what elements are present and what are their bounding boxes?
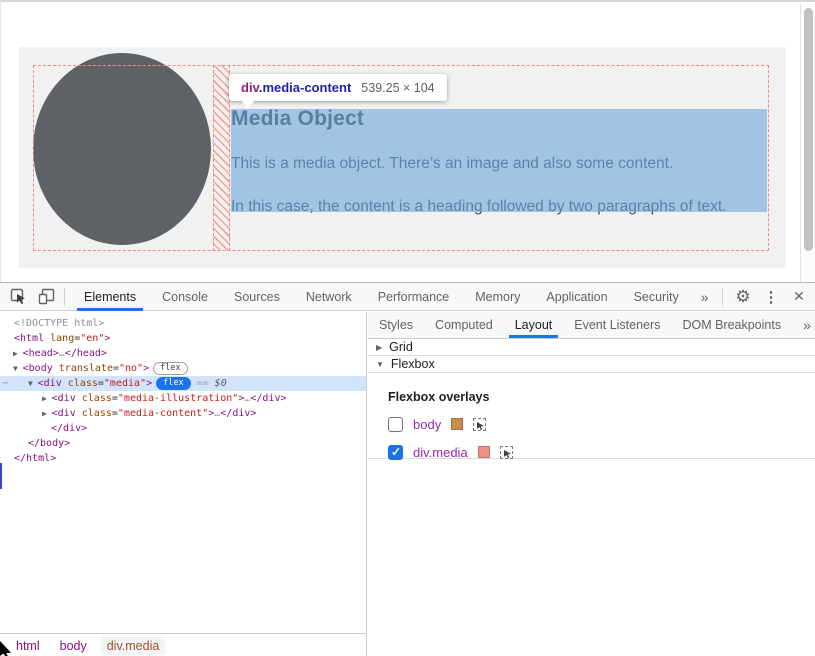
tab-sources[interactable]: Sources <box>221 283 293 311</box>
overlay-row-body: body <box>388 416 815 432</box>
overlay-color-swatch[interactable] <box>451 418 463 430</box>
tree-row-div-media-selected[interactable]: ⋯ ▼ <div class="media">flex == $0 <box>0 376 366 391</box>
tree-row-close-html[interactable]: </html> <box>0 451 366 466</box>
tab-memory[interactable]: Memory <box>462 283 533 311</box>
tab-performance[interactable]: Performance <box>365 283 463 311</box>
toolbar-divider <box>722 288 723 306</box>
page-scrollbar[interactable] <box>800 4 815 282</box>
flexbox-section-label: Flexbox <box>391 357 435 371</box>
devtools-toolbar: Elements Console Sources Network Perform… <box>0 283 815 311</box>
tab-security[interactable]: Security <box>621 283 692 311</box>
dom-tree: <!DOCTYPE html> <html lang="en"> ▶ <head… <box>0 312 366 611</box>
devtools-body: <!DOCTYPE html> <html lang="en"> ▶ <head… <box>0 312 815 656</box>
devtools-panel: Elements Console Sources Network Perform… <box>0 282 815 656</box>
toolbar-divider <box>64 288 65 306</box>
tree-row-doctype[interactable]: <!DOCTYPE html> <box>0 316 366 331</box>
tree-row-head[interactable]: ▶ <head>…</head> <box>0 346 366 361</box>
overlay-color-swatch[interactable] <box>478 446 490 458</box>
inspect-tooltip: div.media-content 539.25 × 104 <box>229 74 447 101</box>
tree-row-div-media-illustration[interactable]: ▶ <div class="media-illustration">…</div… <box>0 391 366 406</box>
tree-row-div-media-content[interactable]: ▶ <div class="media-content">…</div> <box>0 406 366 421</box>
browser-viewport: Media Object This is a media object. The… <box>0 0 815 282</box>
tab-event-listeners[interactable]: Event Listeners <box>563 312 671 338</box>
overlay-element-label[interactable]: body <box>413 417 441 432</box>
tooltip-dimensions: 539.25 × 104 <box>361 81 434 95</box>
tab-console[interactable]: Console <box>149 283 221 311</box>
scroll-to-element-icon[interactable] <box>500 446 513 459</box>
more-tabs-icon[interactable]: » <box>692 283 718 311</box>
toolbar-right-controls: ⚙ ⋮ ✕ <box>718 284 815 310</box>
grid-section-header[interactable]: ▶ Grid <box>368 339 815 356</box>
page-scrollbar-thumb[interactable] <box>804 8 813 251</box>
flex-overlay-gap-hatch <box>213 65 230 251</box>
elements-panel: <!DOCTYPE html> <html lang="en"> ▶ <head… <box>0 312 367 656</box>
overlay-row-div-media: div.media <box>388 444 815 460</box>
tab-dom-breakpoints[interactable]: DOM Breakpoints <box>671 312 792 338</box>
tree-row-body[interactable]: ▼ <body translate="no">flex <box>0 361 366 376</box>
inspect-element-icon[interactable] <box>4 284 32 310</box>
tree-row-close-body[interactable]: </body> <box>0 436 366 451</box>
inspect-highlight <box>231 109 767 212</box>
tab-network[interactable]: Network <box>293 283 365 311</box>
flexbox-overlays-title: Flexbox overlays <box>388 390 815 404</box>
overlay-element-label[interactable]: div.media <box>413 445 468 460</box>
devtools-tab-bar: Elements Console Sources Network Perform… <box>71 283 718 311</box>
tab-computed[interactable]: Computed <box>424 312 504 338</box>
breadcrumb-html[interactable]: html <box>10 637 46 655</box>
sidebar-tab-bar: Styles Computed Layout Event Listeners D… <box>368 312 815 339</box>
flexbox-overlay-checkbox[interactable] <box>388 417 403 432</box>
tree-row-html[interactable]: <html lang="en"> <box>0 331 366 346</box>
flexbox-section-header[interactable]: ▼ Flexbox <box>368 356 815 373</box>
breadcrumb-div-media[interactable]: div.media <box>101 637 166 655</box>
device-toolbar-icon[interactable] <box>32 284 60 310</box>
scroll-to-element-icon[interactable] <box>473 418 486 431</box>
chevron-down-icon: ▼ <box>376 360 384 369</box>
tab-application[interactable]: Application <box>533 283 620 311</box>
row-actions-ellipsis-icon[interactable]: ⋯ <box>2 376 8 391</box>
kebab-menu-icon[interactable]: ⋮ <box>757 284 785 310</box>
more-sidebar-tabs-icon[interactable]: » <box>792 312 815 338</box>
chevron-right-icon: ▶ <box>376 343 382 352</box>
tab-elements[interactable]: Elements <box>71 283 149 311</box>
flexbox-overlay-checkbox[interactable] <box>388 445 403 460</box>
tab-layout[interactable]: Layout <box>504 312 564 338</box>
styles-sidebar: Styles Computed Layout Event Listeners D… <box>368 312 815 656</box>
flexbox-overlays-section: Flexbox overlays body div.media <box>368 373 815 459</box>
breadcrumb: html body div.media <box>0 633 366 656</box>
devtools-window: Media Object This is a media object. The… <box>0 0 815 656</box>
settings-gear-icon[interactable]: ⚙ <box>729 284 757 310</box>
tooltip-selector: div.media-content <box>241 80 351 95</box>
breadcrumb-body[interactable]: body <box>54 637 93 655</box>
tab-styles[interactable]: Styles <box>368 312 424 338</box>
close-devtools-icon[interactable]: ✕ <box>785 284 813 310</box>
scroll-indicator-artifact <box>0 463 2 489</box>
tree-row-close-div[interactable]: </div> <box>0 421 366 436</box>
grid-section-label: Grid <box>389 340 413 354</box>
tree-row-div-media-code: ▼ <div class="media">flex == $0 <box>28 378 227 389</box>
